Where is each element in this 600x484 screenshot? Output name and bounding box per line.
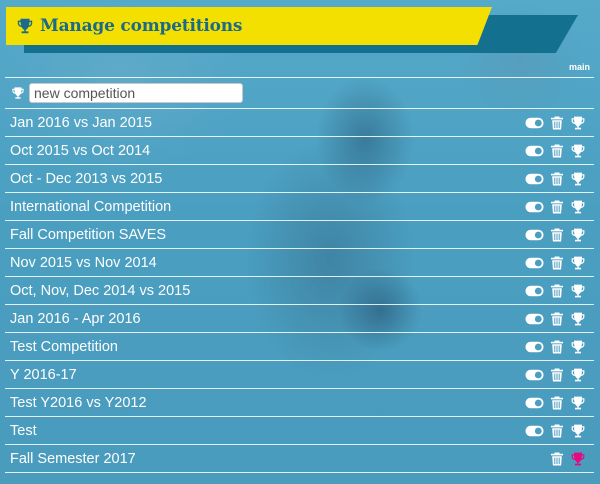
competition-name[interactable]: Jan 2016 vs Jan 2015 (10, 115, 152, 131)
row-actions (525, 249, 586, 276)
row-actions (525, 361, 586, 388)
competition-row[interactable]: Test Competition (5, 332, 594, 360)
trash-icon[interactable] (549, 451, 565, 467)
competition-row[interactable]: Test (5, 416, 594, 444)
trash-icon[interactable] (549, 339, 565, 355)
trash-icon[interactable] (549, 199, 565, 215)
trash-icon[interactable] (549, 311, 565, 327)
trash-icon[interactable] (549, 395, 565, 411)
row-actions (525, 305, 586, 332)
toggle-icon[interactable] (525, 117, 544, 129)
header-title-bar: Manage competitions (6, 7, 492, 45)
trash-icon[interactable] (549, 283, 565, 299)
toggle-icon[interactable] (525, 201, 544, 213)
competition-name[interactable]: Jan 2016 - Apr 2016 (10, 311, 141, 327)
competition-row[interactable]: Oct 2015 vs Oct 2014 (5, 136, 594, 164)
competition-row[interactable]: Nov 2015 vs Nov 2014 (5, 248, 594, 276)
trophy-icon[interactable] (570, 171, 586, 187)
toggle-icon[interactable] (525, 341, 544, 353)
row-actions (525, 389, 586, 416)
competitions-panel: Jan 2016 vs Jan 2015 Oct 2015 vs Oct 2014… (5, 77, 594, 473)
trophy-icon[interactable] (570, 423, 586, 439)
trash-icon[interactable] (549, 115, 565, 131)
trophy-icon[interactable] (570, 367, 586, 383)
trash-icon[interactable] (549, 423, 565, 439)
toggle-icon[interactable] (525, 397, 544, 409)
competition-row[interactable]: Jan 2016 vs Jan 2015 (5, 108, 594, 136)
trophy-icon[interactable] (570, 311, 586, 327)
competition-row[interactable]: International Competition (5, 192, 594, 220)
trophy-icon[interactable] (570, 115, 586, 131)
toggle-icon[interactable] (525, 425, 544, 437)
trophy-icon[interactable] (570, 395, 586, 411)
toggle-icon[interactable] (525, 285, 544, 297)
trophy-icon[interactable] (570, 227, 586, 243)
row-actions (525, 193, 586, 220)
trophy-icon[interactable] (570, 199, 586, 215)
row-actions (525, 221, 586, 248)
trash-icon[interactable] (549, 367, 565, 383)
competition-row[interactable]: Y 2016-17 (5, 360, 594, 388)
toggle-icon[interactable] (525, 145, 544, 157)
trophy-icon[interactable] (570, 143, 586, 159)
trophy-icon (12, 87, 24, 99)
trophy-icon[interactable] (570, 339, 586, 355)
competition-name[interactable]: Test Competition (10, 339, 118, 355)
competition-name[interactable]: Fall Competition SAVES (10, 227, 166, 243)
page-header: Manage competitions (6, 7, 578, 53)
competition-row[interactable]: Fall Competition SAVES (5, 220, 594, 248)
competition-name[interactable]: Test (10, 423, 37, 439)
competition-row[interactable]: Test Y2016 vs Y2012 (5, 388, 594, 416)
competition-row[interactable]: Oct, Nov, Dec 2014 vs 2015 (5, 276, 594, 304)
trophy-icon (17, 18, 33, 34)
trophy-icon[interactable] (570, 283, 586, 299)
new-competition-row (5, 77, 594, 108)
competition-name[interactable]: Y 2016-17 (10, 367, 77, 383)
competition-name[interactable]: Nov 2015 vs Nov 2014 (10, 255, 157, 271)
toggle-icon[interactable] (525, 173, 544, 185)
trophy-icon[interactable] (570, 255, 586, 271)
new-competition-input[interactable] (29, 83, 243, 103)
row-actions (525, 417, 586, 444)
row-actions (525, 109, 586, 136)
trash-icon[interactable] (549, 143, 565, 159)
toggle-icon[interactable] (525, 257, 544, 269)
page-title: Manage competitions (40, 16, 243, 36)
competition-name[interactable]: Oct 2015 vs Oct 2014 (10, 143, 150, 159)
trophy-icon[interactable] (570, 451, 586, 467)
competition-name[interactable]: Fall Semester 2017 (10, 451, 136, 467)
row-actions (525, 137, 586, 164)
toggle-icon[interactable] (525, 313, 544, 325)
context-label: main (568, 62, 590, 72)
row-actions (549, 445, 586, 472)
row-actions (525, 277, 586, 304)
trash-icon[interactable] (549, 171, 565, 187)
competition-name[interactable]: Oct - Dec 2013 vs 2015 (10, 171, 162, 187)
competition-row[interactable]: Jan 2016 - Apr 2016 (5, 304, 594, 332)
toggle-icon[interactable] (525, 369, 544, 381)
competition-name[interactable]: Oct, Nov, Dec 2014 vs 2015 (10, 283, 190, 299)
trash-icon[interactable] (549, 255, 565, 271)
trash-icon[interactable] (549, 227, 565, 243)
row-actions (525, 165, 586, 192)
competition-name[interactable]: Test Y2016 vs Y2012 (10, 395, 147, 411)
competition-row[interactable]: Oct - Dec 2013 vs 2015 (5, 164, 594, 192)
row-actions (525, 333, 586, 360)
competition-name[interactable]: International Competition (10, 199, 171, 215)
competition-list: Jan 2016 vs Jan 2015 Oct 2015 vs Oct 2014… (5, 108, 594, 473)
toggle-icon[interactable] (525, 229, 544, 241)
competition-row[interactable]: Fall Semester 2017 (5, 444, 594, 473)
